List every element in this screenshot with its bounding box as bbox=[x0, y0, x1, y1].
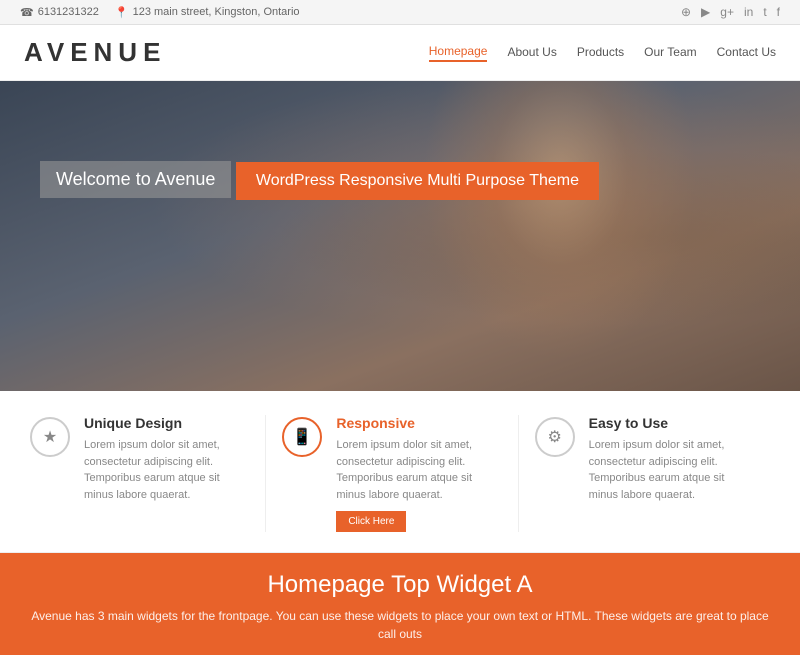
unique-design-icon: ★ bbox=[30, 417, 70, 457]
unique-design-body: Lorem ipsum dolor sit amet, consectetur … bbox=[84, 437, 249, 503]
feature-easy-to-use: ⚙ Easy to Use Lorem ipsum dolor sit amet… bbox=[519, 415, 770, 532]
responsive-text: Responsive Lorem ipsum dolor sit amet, c… bbox=[336, 415, 501, 532]
easy-to-use-title: Easy to Use bbox=[589, 415, 754, 431]
phone-number: 6131231322 bbox=[38, 6, 99, 18]
nav-item-team[interactable]: Our Team bbox=[644, 45, 696, 61]
hero-tagline-text: WordPress Responsive Multi Purpose Theme bbox=[236, 162, 599, 200]
address-text: 123 main street, Kingston, Ontario bbox=[133, 6, 300, 18]
easy-to-use-icon: ⚙ bbox=[535, 417, 575, 457]
facebook-icon[interactable]: f bbox=[777, 5, 780, 19]
widget-title: Homepage Top Widget A bbox=[30, 571, 770, 599]
pinterest-icon[interactable]: ⊕ bbox=[681, 5, 691, 19]
bottom-widget: Homepage Top Widget A Avenue has 3 main … bbox=[0, 553, 800, 655]
logo: AVENUE bbox=[24, 37, 166, 68]
nav-item-products[interactable]: Products bbox=[577, 45, 624, 61]
main-nav: Homepage About Us Products Our Team Cont… bbox=[429, 44, 776, 62]
unique-design-title: Unique Design bbox=[84, 415, 249, 431]
nav-item-contact[interactable]: Contact Us bbox=[717, 45, 776, 61]
easy-to-use-body: Lorem ipsum dolor sit amet, consectetur … bbox=[589, 437, 754, 503]
phone-item: ☎ 6131231322 bbox=[20, 6, 99, 19]
top-bar-contact: ☎ 6131231322 📍 123 main street, Kingston… bbox=[20, 6, 300, 19]
click-here-button[interactable]: Click Here bbox=[336, 511, 406, 532]
feature-responsive: 📱 Responsive Lorem ipsum dolor sit amet,… bbox=[266, 415, 518, 532]
hero-content: Welcome to Avenue WordPress Responsive M… bbox=[40, 161, 599, 208]
phone-icon: ☎ bbox=[20, 6, 34, 19]
nav-item-homepage[interactable]: Homepage bbox=[429, 44, 488, 62]
responsive-title: Responsive bbox=[336, 415, 501, 431]
hero-welcome-text: Welcome to Avenue bbox=[40, 161, 231, 198]
location-icon: 📍 bbox=[115, 6, 129, 19]
easy-to-use-text: Easy to Use Lorem ipsum dolor sit amet, … bbox=[589, 415, 754, 532]
responsive-body: Lorem ipsum dolor sit amet, consectetur … bbox=[336, 437, 501, 503]
instagram-icon[interactable]: in bbox=[744, 5, 753, 19]
header: AVENUE Homepage About Us Products Our Te… bbox=[0, 25, 800, 81]
top-bar: ☎ 6131231322 📍 123 main street, Kingston… bbox=[0, 0, 800, 25]
address-item: 📍 123 main street, Kingston, Ontario bbox=[115, 6, 300, 19]
twitter-icon[interactable]: t bbox=[763, 5, 766, 19]
unique-design-text: Unique Design Lorem ipsum dolor sit amet… bbox=[84, 415, 249, 532]
youtube-icon[interactable]: ▶ bbox=[701, 5, 710, 19]
logo-text: AVENUE bbox=[24, 37, 166, 67]
hero-section: Welcome to Avenue WordPress Responsive M… bbox=[0, 81, 800, 391]
features-section: ★ Unique Design Lorem ipsum dolor sit am… bbox=[0, 391, 800, 553]
nav-item-about[interactable]: About Us bbox=[507, 45, 556, 61]
widget-description: Avenue has 3 main widgets for the frontp… bbox=[30, 607, 770, 643]
responsive-icon: 📱 bbox=[282, 417, 322, 457]
hero-model-image bbox=[400, 81, 720, 391]
google-plus-icon[interactable]: g+ bbox=[720, 5, 734, 19]
social-icons: ⊕ ▶ g+ in t f bbox=[681, 5, 780, 19]
feature-unique-design: ★ Unique Design Lorem ipsum dolor sit am… bbox=[30, 415, 266, 532]
